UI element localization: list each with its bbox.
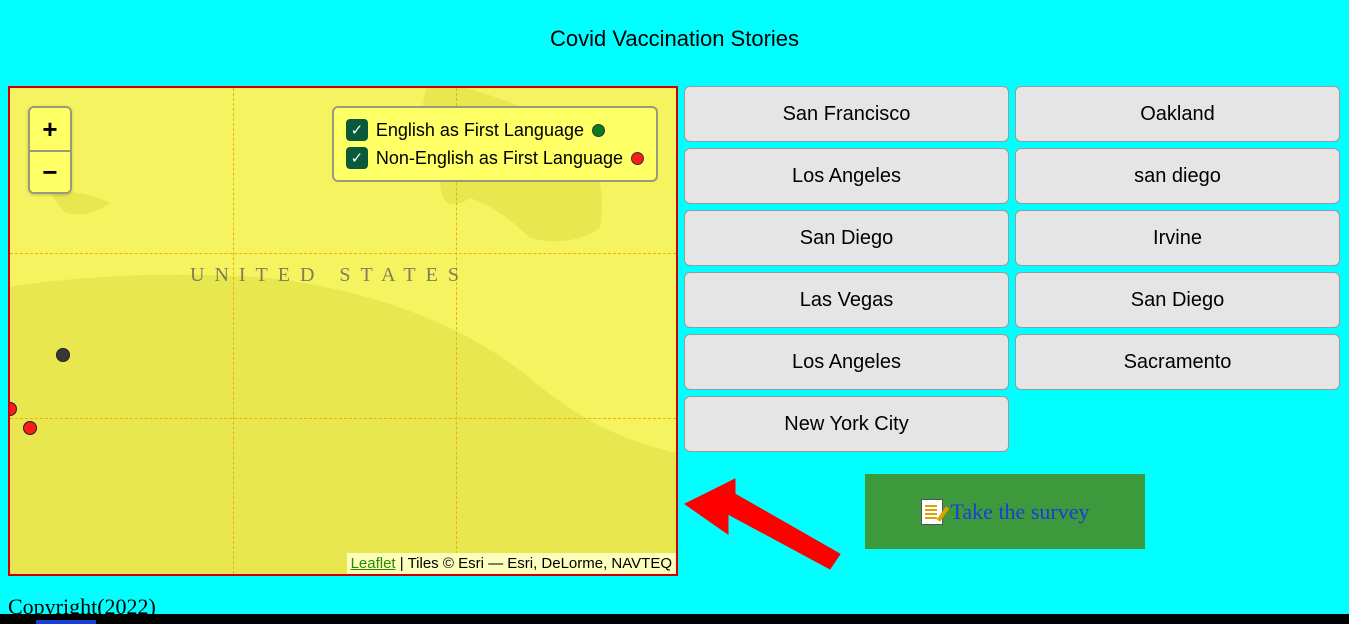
attribution-text: | Tiles © Esri — Esri, DeLorme, NAVTEQ — [396, 555, 672, 572]
grid-line — [233, 88, 234, 574]
city-button[interactable]: San Diego — [1015, 272, 1340, 328]
city-button[interactable]: San Diego — [684, 210, 1009, 266]
zoom-control: + − — [28, 106, 72, 194]
city-button[interactable]: san diego — [1015, 148, 1340, 204]
map-container[interactable]: UNITED STATES + − ✓ English as First Lan… — [8, 86, 678, 576]
annotation-arrow-icon — [680, 474, 850, 579]
map-legend: ✓ English as First Language ✓ Non-Englis… — [332, 106, 658, 182]
leaflet-link[interactable]: Leaflet — [351, 555, 396, 572]
legend-label: Non-English as First Language — [376, 148, 623, 169]
city-button[interactable]: Irvine — [1015, 210, 1340, 266]
survey-note-icon — [921, 499, 943, 525]
legend-dot-red-icon — [631, 152, 644, 165]
city-button[interactable]: Sacramento — [1015, 334, 1340, 390]
map-marker[interactable] — [56, 348, 70, 362]
city-button[interactable]: New York City — [684, 396, 1009, 452]
city-button-grid: San Francisco Oakland Los Angeles san di… — [684, 86, 1340, 452]
take-survey-link[interactable]: Take the survey — [951, 499, 1090, 525]
page-title: Covid Vaccination Stories — [0, 0, 1349, 52]
legend-item-non-english[interactable]: ✓ Non-English as First Language — [346, 144, 644, 172]
take-survey-button[interactable]: Take the survey — [865, 474, 1145, 549]
city-button[interactable]: Los Angeles — [684, 148, 1009, 204]
grid-line — [10, 418, 676, 419]
zoom-in-button[interactable]: + — [30, 108, 70, 150]
zoom-out-button[interactable]: − — [30, 150, 70, 192]
legend-item-english[interactable]: ✓ English as First Language — [346, 116, 644, 144]
grid-line — [10, 253, 676, 254]
legend-label: English as First Language — [376, 120, 584, 141]
city-button[interactable]: Oakland — [1015, 86, 1340, 142]
legend-dot-green-icon — [592, 124, 605, 137]
map-attribution: Leaflet | Tiles © Esri — Esri, DeLorme, … — [347, 553, 676, 574]
city-button[interactable]: Los Angeles — [684, 334, 1009, 390]
city-button[interactable]: Las Vegas — [684, 272, 1009, 328]
map-marker[interactable] — [23, 421, 37, 435]
map-country-label: UNITED STATES — [190, 264, 469, 287]
bottom-bar — [0, 614, 1349, 624]
checkbox-checked-icon[interactable]: ✓ — [346, 147, 368, 169]
checkbox-checked-icon[interactable]: ✓ — [346, 119, 368, 141]
underline-decoration — [36, 620, 96, 624]
city-button[interactable]: San Francisco — [684, 86, 1009, 142]
